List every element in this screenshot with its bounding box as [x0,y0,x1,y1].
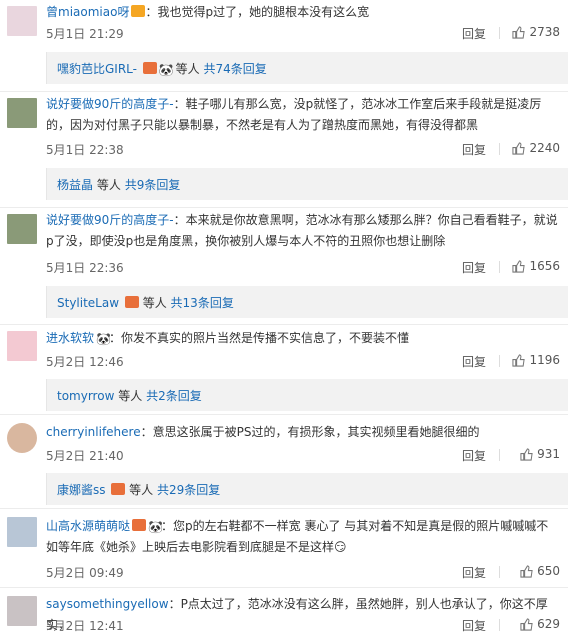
avatar[interactable] [7,6,37,36]
divider [0,91,568,92]
divider [0,587,568,588]
comment-username[interactable]: saysomethingyellow [46,597,169,611]
comment-date: 5月1日 22:38 [46,143,124,157]
reply-username[interactable]: tomyrrow [57,389,114,403]
comment-username[interactable]: cherryinlifehere [46,425,141,439]
thumbs-up-icon [520,447,533,461]
like-count: 2738 [529,25,560,39]
like-button[interactable]: 931 [520,447,560,461]
comment-text: ：意思这张属于被PS过的，有损形象，其实视频里看她腿很细的 [140,425,480,439]
divider [0,414,568,415]
like-button[interactable]: 1656 [512,259,560,273]
like-button[interactable]: 650 [520,564,560,578]
reply-count-link[interactable]: 共2条回复 [146,389,202,403]
thumbs-up-icon [512,353,526,367]
comment-date: 5月1日 22:36 [46,261,124,275]
crown-badge-icon [132,519,147,531]
divider [0,207,568,208]
thumbs-up-icon [512,141,526,155]
verified-badge-icon [131,5,146,17]
comment-username[interactable]: 说好要做90斤的高度子- [46,213,174,227]
like-count: 931 [537,447,560,461]
panda-icon: 🐼 [96,332,111,346]
divider [499,355,500,367]
divider [0,508,568,509]
reply-others-text: 等人 [118,389,143,403]
like-button[interactable]: 2738 [512,25,560,39]
like-count: 2240 [529,141,560,155]
reply-others-text: 等人 [96,178,121,192]
reply-button[interactable]: 回复 [462,25,486,42]
avatar[interactable] [7,98,37,128]
like-button[interactable]: 1196 [512,353,560,367]
reply-summary: 康娜酱ss 等人 共29条回复 [46,473,568,505]
like-count: 1656 [529,259,560,273]
avatar[interactable] [7,214,37,244]
divider [499,261,500,273]
reply-button[interactable]: 回复 [462,141,486,158]
comment-username[interactable]: 曾miaomiao呀 [46,5,129,19]
panda-icon: 🐼 [158,63,174,77]
reply-count-link[interactable]: 共74条回复 [203,62,266,76]
thumbs-up-icon [520,564,533,578]
thumbs-up-icon [520,617,533,631]
like-count: 1196 [529,353,560,367]
divider [499,449,500,461]
divider [499,619,500,631]
crown-badge-icon [142,62,157,74]
panda-icon: 🐼 [148,520,163,534]
comment-text: ：你发不真实的照片当然是传播不实信息了，不要装不懂 [109,331,410,345]
reply-others-text: 等人 [175,62,200,76]
comment-date: 5月1日 21:29 [46,27,124,41]
reply-count-link[interactable]: 共13条回复 [171,296,234,310]
divider [499,566,500,578]
reply-summary: StyliteLaw 等人 共13条回复 [46,286,568,318]
reply-username[interactable]: 杨益晶 [57,178,93,192]
like-button[interactable]: 629 [520,617,560,631]
reply-summary: 杨益晶 等人 共9条回复 [46,168,568,200]
reply-button[interactable]: 回复 [462,447,486,464]
divider [499,27,500,39]
avatar[interactable] [7,596,37,626]
avatar[interactable] [7,423,37,453]
reply-others-text: 等人 [142,296,167,310]
reply-button[interactable]: 回复 [462,259,486,276]
reply-summary: tomyrrow 等人 共2条回复 [46,379,568,411]
like-count: 650 [537,564,560,578]
crown-badge-icon [111,483,126,495]
comment-date: 5月2日 12:46 [46,355,124,369]
divider [0,324,568,325]
comment-date: 5月2日 09:49 [46,566,124,580]
reply-count-link[interactable]: 共29条回复 [157,483,220,497]
crown-badge-icon [124,296,139,308]
reply-button[interactable]: 回复 [462,564,486,581]
reply-button[interactable]: 回复 [462,353,486,370]
divider [499,143,500,155]
like-button[interactable]: 2240 [512,141,560,155]
comment-date: 5月2日 21:40 [46,449,124,463]
comment-username[interactable]: 说好要做90斤的高度子- [46,97,174,111]
thumbs-up-icon [512,25,526,39]
reply-button[interactable]: 回复 [462,617,486,633]
comment-text: ：我也觉得p过了，她的腿根本没有这么宽 [145,5,370,19]
avatar[interactable] [7,517,37,547]
reply-summary: 嘿豹芭比GIRL- 🐼 等人 共74条回复 [46,52,568,84]
avatar[interactable] [7,331,37,361]
reply-username[interactable]: StyliteLaw [57,296,119,310]
comment-username[interactable]: 山高水源萌萌哒 [46,519,130,533]
reply-count-link[interactable]: 共9条回复 [125,178,181,192]
comment-username[interactable]: 进水软软 [46,331,94,345]
reply-username[interactable]: 嘿豹芭比GIRL- [57,62,137,76]
comment-date: 5月2日 12:41 [46,619,124,633]
like-count: 629 [537,617,560,631]
reply-others-text: 等人 [129,483,154,497]
reply-username[interactable]: 康娜酱ss [57,483,106,497]
thumbs-up-icon [512,259,526,273]
